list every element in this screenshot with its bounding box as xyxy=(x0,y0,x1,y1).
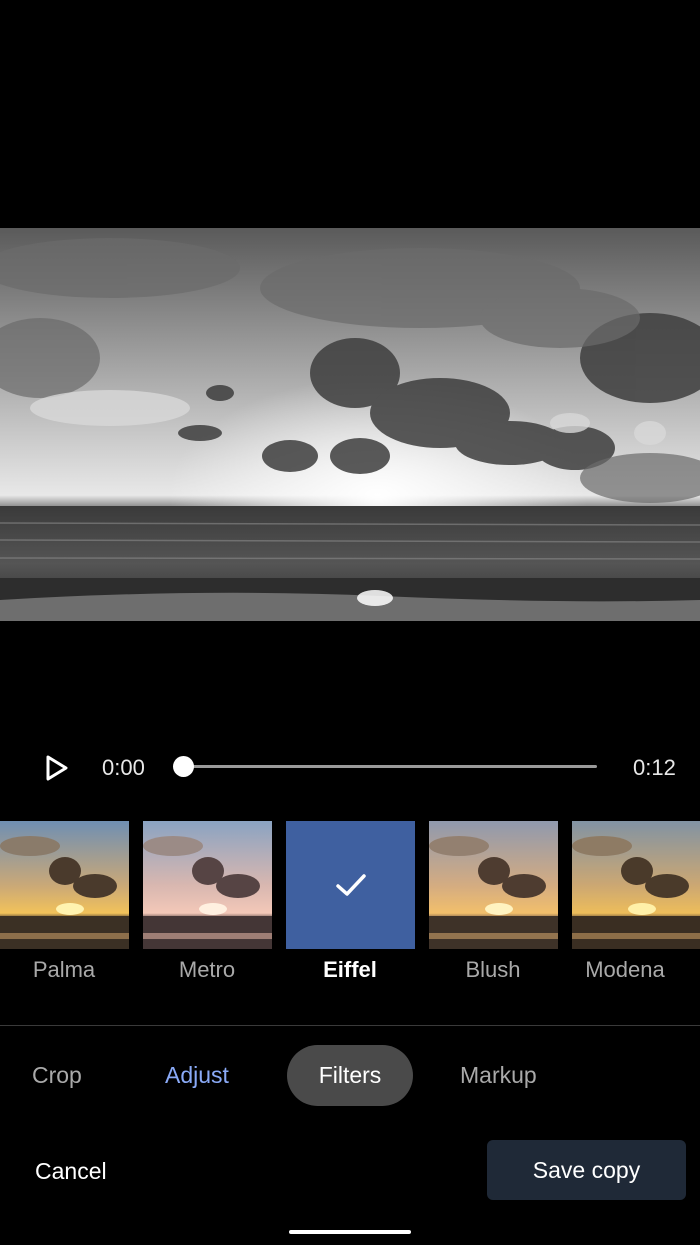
filter-label-palma: Palma xyxy=(32,957,96,982)
video-preview xyxy=(0,228,700,621)
duration: 0:12 xyxy=(633,755,676,780)
play-icon xyxy=(46,755,68,781)
filter-label-eiffel: Eiffel xyxy=(323,957,377,982)
play-button[interactable] xyxy=(40,752,72,784)
filter-label-metro: Metro xyxy=(178,957,236,982)
filter-thumb-palma[interactable] xyxy=(0,821,129,949)
current-time: 0:00 xyxy=(102,755,145,780)
tab-filters[interactable]: Filters xyxy=(287,1062,413,1089)
filter-label-blush: Blush xyxy=(465,957,521,982)
filter-thumb-blush[interactable] xyxy=(429,821,558,949)
tab-crop[interactable]: Crop xyxy=(32,1062,82,1089)
tab-markup[interactable]: Markup xyxy=(460,1062,537,1089)
filter-thumb-eiffel[interactable] xyxy=(286,821,415,949)
seek-track[interactable] xyxy=(184,765,597,768)
filter-thumb-modena[interactable] xyxy=(572,821,700,949)
save-copy-button[interactable]: Save copy xyxy=(487,1140,686,1200)
divider xyxy=(0,1025,700,1026)
seek-thumb[interactable] xyxy=(173,756,194,777)
home-indicator[interactable] xyxy=(289,1230,411,1234)
filter-label-modena: Modena xyxy=(585,957,665,982)
filter-thumb-metro[interactable] xyxy=(143,821,272,949)
tab-adjust[interactable]: Adjust xyxy=(165,1062,229,1089)
cancel-button[interactable]: Cancel xyxy=(35,1158,107,1185)
check-icon xyxy=(335,874,366,896)
